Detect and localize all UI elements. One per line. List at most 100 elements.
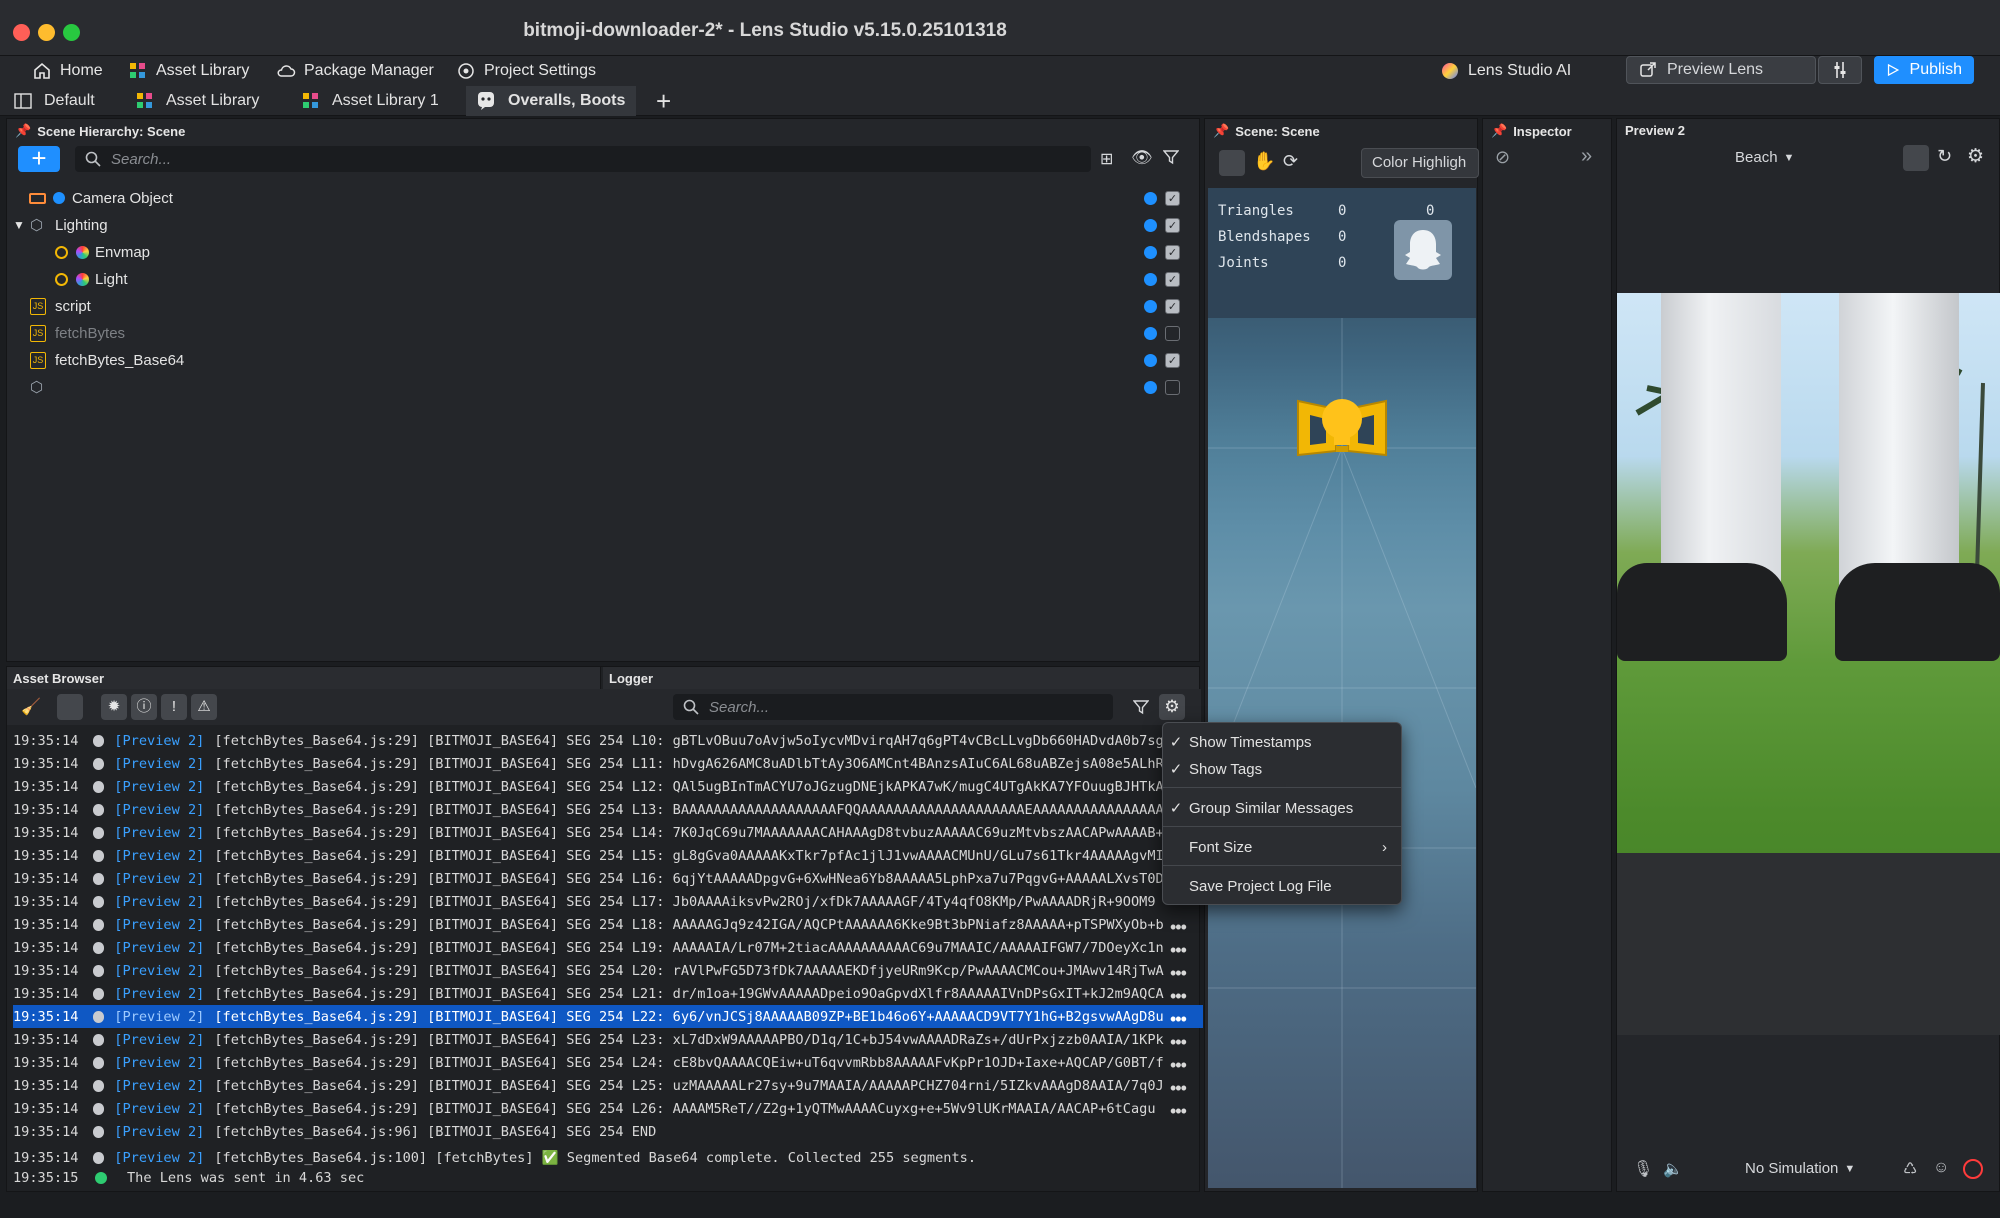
more-options-icon[interactable]: ••• [1170, 940, 1187, 961]
tab-asset-library[interactable]: Asset Library [126, 86, 269, 116]
log-row[interactable]: 19:35:15 The Lens was sent in 4.63 sec [13, 1166, 1203, 1189]
hierarchy-item-envmap[interactable]: Envmap ✓ [7, 239, 1197, 265]
gear-icon[interactable]: ⚙ [1159, 694, 1185, 720]
menu-item-save-log[interactable]: Save Project Log File [1163, 873, 1401, 899]
menu-item-group-similar[interactable]: ✓ Group Similar Messages [1163, 795, 1401, 821]
device-toggle-icon[interactable] [1903, 145, 1929, 171]
hierarchy-search-input[interactable]: Search... [75, 146, 1091, 172]
log-row[interactable]: 19:35:14 [Preview 2] [fetchBytes_Base64.js… [13, 1074, 1203, 1097]
hierarchy-item-light[interactable]: Light ✓ [7, 266, 1197, 292]
log-row[interactable]: 19:35:14 [Preview 2] [fetchBytes_Base64.js… [13, 867, 1203, 890]
log-row[interactable]: 19:35:14 [Preview 2] [fetchBytes_Base64.js… [13, 1097, 1203, 1120]
more-options-icon[interactable]: ••• [1170, 1009, 1187, 1030]
preview-options-button[interactable] [1818, 56, 1862, 84]
chevron-down-icon[interactable]: ▼ [13, 218, 25, 232]
speaker-icon[interactable]: 🔈 [1663, 1159, 1683, 1179]
error-filter-icon[interactable]: ⚠ [191, 694, 217, 720]
hierarchy-item-fetchbytes[interactable]: JS fetchBytes [7, 320, 1197, 346]
hierarchy-item-fetchbytes-base64[interactable]: JS fetchBytes_Base64 ✓ [7, 347, 1197, 373]
more-options-icon[interactable]: ••• [1170, 917, 1187, 938]
light-gizmo-icon[interactable] [1296, 393, 1388, 468]
visibility-dot[interactable] [1144, 380, 1157, 394]
expand-chevron-icon[interactable]: » [1581, 145, 1592, 168]
microphone-muted-icon[interactable]: 🎙 [1633, 1159, 1653, 1179]
tab-asset-browser[interactable]: Asset Browser [7, 667, 601, 689]
menu-item-show-timestamps[interactable]: ✓ Show Timestamps [1163, 729, 1401, 755]
visibility-dot[interactable] [1144, 326, 1157, 340]
log-row[interactable]: 19:35:14 [Preview 2] [fetchBytes_Base64.js… [13, 913, 1203, 936]
menu-item-font-size[interactable]: Font Size › [1163, 834, 1401, 860]
gear-icon[interactable]: ⚙ [1967, 145, 1984, 168]
more-options-icon[interactable]: ••• [1170, 1078, 1187, 1099]
rotate-tool-icon[interactable]: ⟳ [1283, 151, 1298, 172]
visibility-dot[interactable] [1144, 218, 1157, 232]
enabled-checkbox[interactable] [1165, 379, 1180, 395]
visibility-dot[interactable] [1144, 272, 1157, 286]
log-row[interactable]: 19:35:14 [Preview 2] [fetchBytes_Base64.js… [13, 729, 1203, 752]
log-row[interactable]: 19:35:14 [Preview 2] [fetchBytes_Base64.js… [13, 1120, 1203, 1143]
log-row[interactable]: 19:35:14 [Preview 2] [fetchBytes_Base64.js… [13, 821, 1203, 844]
filter-icon[interactable] [1132, 699, 1150, 720]
visibility-dot[interactable] [1144, 299, 1157, 313]
log-row[interactable]: 19:35:14 [Preview 2] [fetchBytes_Base64.js… [13, 936, 1203, 959]
log-row[interactable]: 19:35:14 [Preview 2] [fetchBytes_Base64.js… [13, 1028, 1203, 1051]
tab-logger[interactable]: Logger [603, 667, 1199, 689]
log-row[interactable]: 19:35:14 [Preview 2] [fetchBytes_Base64.js… [13, 775, 1203, 798]
hierarchy-item-script[interactable]: JS script ✓ [7, 293, 1197, 319]
visibility-dot[interactable] [1144, 353, 1157, 367]
info-filter-icon[interactable]: ⓘ [131, 694, 157, 720]
eye-icon[interactable]: 👁 [1131, 148, 1153, 168]
face-icon[interactable]: ☺ [1933, 1159, 1949, 1177]
pin-icon[interactable]: 📌 [15, 123, 31, 139]
add-tab-button[interactable]: + [646, 86, 681, 116]
warning-filter-icon[interactable]: ! [161, 694, 187, 720]
brush-clear-icon[interactable]: 🧹 [21, 697, 41, 717]
debug-filter-icon[interactable]: ✹ [101, 694, 127, 720]
home-menu-item[interactable]: Home [32, 60, 103, 82]
visibility-dot[interactable] [1144, 191, 1157, 205]
log-row[interactable]: 19:35:14 [Preview 2] [fetchBytes_Base64.js… [13, 959, 1203, 982]
color-highlight-dropdown[interactable]: Color Highligh [1361, 148, 1479, 178]
enabled-checkbox[interactable]: ✓ [1165, 352, 1180, 368]
enabled-checkbox[interactable]: ✓ [1165, 217, 1180, 233]
enabled-checkbox[interactable] [1165, 325, 1180, 341]
project-settings-menu-item[interactable]: Project Settings [456, 60, 596, 82]
simulation-dropdown[interactable]: No Simulation ▼ [1745, 1160, 1855, 1177]
hierarchy-item-lighting[interactable]: ▼ ⬡ Lighting ✓ [7, 212, 1197, 238]
hierarchy-item-camera[interactable]: Camera Object ✓ [7, 185, 1197, 211]
pin-icon[interactable]: 📌 [1213, 123, 1229, 139]
pin-icon[interactable]: 📌 [1491, 123, 1507, 139]
more-options-icon[interactable]: ••• [1170, 986, 1187, 1007]
hierarchy-item-unnamed[interactable]: ⬡ [7, 374, 1197, 400]
record-icon[interactable] [1963, 1159, 1983, 1179]
hand-tool-icon[interactable]: ✋ [1253, 151, 1275, 172]
more-options-icon[interactable]: ••• [1170, 1032, 1187, 1053]
menu-item-show-tags[interactable]: ✓ Show Tags [1163, 756, 1401, 782]
scene-viewport[interactable]: Triangles 0 0 Blendshapes 0 Joints 0 [1208, 188, 1476, 1188]
more-options-icon[interactable]: ••• [1170, 963, 1187, 984]
tab-overalls-boots[interactable]: Overalls, Boots [466, 86, 636, 116]
filter-icon[interactable] [1162, 149, 1180, 170]
package-manager-menu-item[interactable]: Package Manager [276, 60, 434, 82]
tab-default[interactable]: Default [4, 86, 105, 116]
preview-lens-button[interactable]: Preview Lens [1626, 56, 1816, 84]
hierarchy-tree-icon[interactable]: ⊞ [1100, 149, 1113, 169]
reset-icon[interactable]: ↻ [1937, 146, 1952, 167]
tab-asset-library-1[interactable]: Asset Library 1 [292, 86, 449, 116]
log-row-selected[interactable]: 19:35:14 [Preview 2] [fetchBytes_Base64.js… [13, 1005, 1203, 1028]
select-tool-icon[interactable] [1219, 150, 1245, 176]
log-row[interactable]: 19:35:14 [Preview 2] [fetchBytes_Base64.js… [13, 752, 1203, 775]
publish-button[interactable]: Publish [1874, 56, 1974, 84]
log-row[interactable]: 19:35:14 [Preview 2] [fetchBytes_Base64.js… [13, 798, 1203, 821]
more-options-icon[interactable]: ••• [1170, 1055, 1187, 1076]
logger-search-input[interactable]: Search... [673, 694, 1113, 720]
environment-dropdown[interactable]: Beach ▼ [1735, 149, 1794, 166]
enabled-checkbox[interactable]: ✓ [1165, 190, 1180, 206]
preview-filter-icon[interactable] [57, 694, 83, 720]
enabled-checkbox[interactable]: ✓ [1165, 271, 1180, 287]
log-row[interactable]: 19:35:14 [Preview 2] [fetchBytes_Base64.js… [13, 1051, 1203, 1074]
enabled-checkbox[interactable]: ✓ [1165, 298, 1180, 314]
visibility-dot[interactable] [1144, 245, 1157, 259]
asset-library-menu-item[interactable]: Asset Library [128, 60, 249, 82]
log-row[interactable]: 19:35:14 [Preview 2] [fetchBytes_Base64.js… [13, 844, 1203, 867]
